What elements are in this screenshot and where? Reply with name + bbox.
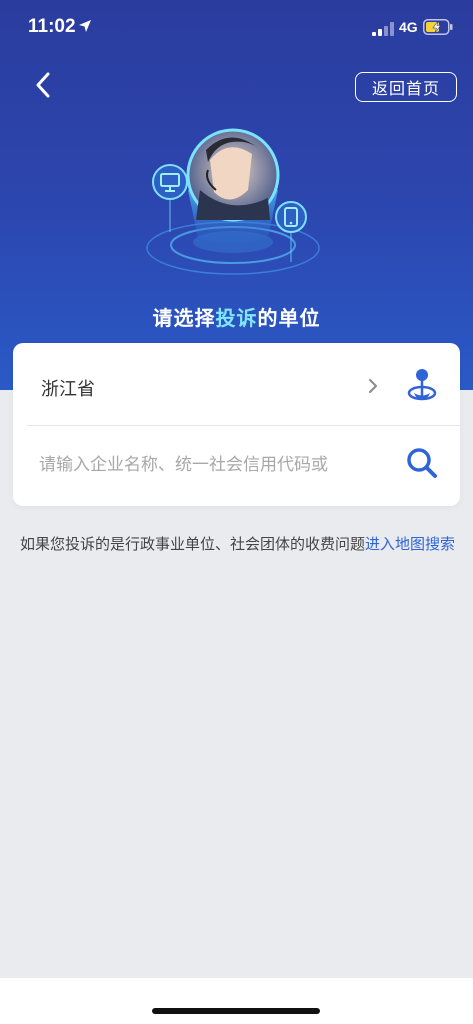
title-highlight: 投诉	[215, 306, 258, 330]
chevron-right-icon	[369, 379, 377, 393]
search-icon[interactable]	[405, 446, 439, 480]
province-value: 浙江省	[41, 379, 95, 400]
home-button[interactable]: 返回首页	[355, 72, 457, 102]
title-suffix: 的单位	[257, 306, 321, 330]
bottom-safe-area	[0, 978, 473, 1024]
map-pin-icon[interactable]	[406, 367, 438, 401]
location-arrow-icon	[79, 20, 91, 32]
back-button[interactable]	[26, 68, 60, 102]
page-title: 请选择投诉的单位	[0, 302, 473, 331]
customer-service-illustration	[146, 128, 320, 275]
search-row	[13, 426, 460, 506]
map-search-note: 如果您投诉的是行政事业单位、社会团体的收费问题进入地图搜索	[20, 534, 460, 554]
home-indicator	[152, 1008, 320, 1014]
battery-charging-icon	[423, 19, 453, 35]
note-text: 如果您投诉的是行政事业单位、社会团体的收费问题	[20, 535, 366, 553]
map-search-link[interactable]: 进入地图搜索	[365, 535, 455, 553]
chevron-left-icon	[36, 72, 50, 98]
title-prefix: 请选择	[152, 306, 216, 330]
province-selector[interactable]: 浙江省	[13, 343, 460, 425]
unit-selection-card: 浙江省	[13, 343, 460, 506]
company-search-input[interactable]	[39, 446, 389, 484]
signal-icon	[372, 22, 394, 36]
status-bar: 11:02 4G	[0, 0, 473, 56]
network-type: 4G	[399, 19, 418, 35]
header-banner: 11:02 4G 返回首页 请选择投诉的单位	[0, 0, 473, 390]
status-time: 11:02	[28, 16, 76, 37]
